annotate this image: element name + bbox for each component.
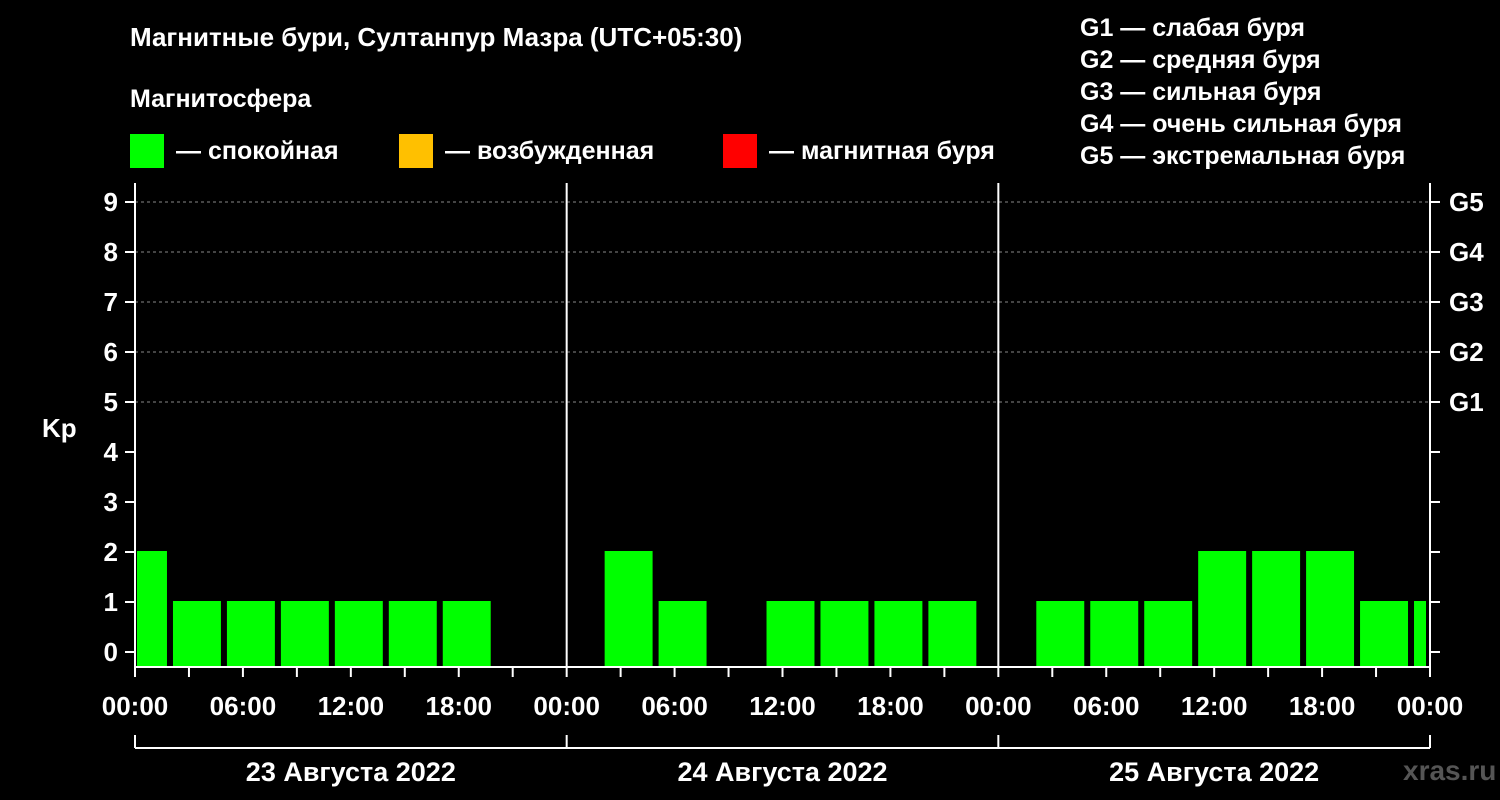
x-tick-label: 06:00 (1073, 691, 1140, 721)
y-axis-label: Kp (42, 413, 77, 443)
x-tick-label: 18:00 (857, 691, 924, 721)
kp-bar (1306, 551, 1355, 667)
kp-bar (172, 601, 221, 667)
y-tick-label: 1 (104, 587, 118, 617)
x-tick-label: 18:00 (1289, 691, 1356, 721)
kp-bar (604, 551, 653, 667)
kp-bar (1090, 601, 1139, 667)
kp-bar (658, 601, 707, 667)
axis-labels: 0 1 2 3 4 5 6 7 8 9 G1 G2 G3 G4 G5 Kp 00:00 06:00 12:00 18:… (42, 187, 1484, 787)
kp-bar (1144, 601, 1193, 667)
y-tick-label: 9 (104, 187, 118, 217)
bars (137, 551, 1426, 667)
y-tick-label: 2 (104, 537, 118, 567)
x-tick-label: 00:00 (1397, 691, 1464, 721)
g-level-label: G5 (1449, 187, 1484, 217)
y-tick-label: 3 (104, 487, 118, 517)
kp-bar (1198, 551, 1247, 667)
kp-bar (874, 601, 923, 667)
kp-bar (820, 601, 869, 667)
kp-bar (334, 601, 383, 667)
kp-bar (442, 601, 491, 667)
x-tick-label: 00:00 (102, 691, 169, 721)
kp-bar (928, 601, 977, 667)
kp-bar (1252, 551, 1301, 667)
g-level-label: G2 (1449, 337, 1484, 367)
grid-lines (135, 201, 1430, 403)
x-tick-label: 06:00 (641, 691, 708, 721)
kp-bar (226, 601, 275, 667)
y-tick-label: 6 (104, 337, 118, 367)
x-tick-label: 12:00 (318, 691, 385, 721)
day-label: 25 Августа 2022 (1109, 757, 1319, 787)
g-level-label: G4 (1449, 237, 1484, 267)
kp-bar (280, 601, 329, 667)
kp-bar (1414, 601, 1426, 667)
y-tick-label: 5 (104, 387, 118, 417)
x-tick-label: 12:00 (749, 691, 816, 721)
kp-bar (1036, 601, 1085, 667)
kp-bar (388, 601, 437, 667)
g-level-label: G3 (1449, 287, 1484, 317)
x-tick-label: 06:00 (210, 691, 277, 721)
x-tick-label: 00:00 (965, 691, 1032, 721)
x-tick-label: 18:00 (426, 691, 493, 721)
day-label: 24 Августа 2022 (677, 757, 887, 787)
y-tick-label: 8 (104, 237, 118, 267)
kp-bar (1360, 601, 1409, 667)
kp-bar (766, 601, 815, 667)
g-level-label: G1 (1449, 387, 1484, 417)
day-label: 23 Августа 2022 (246, 757, 456, 787)
kp-bar (137, 551, 167, 667)
x-tick-label: 12:00 (1181, 691, 1248, 721)
y-tick-label: 0 (104, 637, 118, 667)
watermark: xras.ru (1403, 755, 1497, 786)
x-tick-label: 00:00 (533, 691, 600, 721)
y-tick-label: 4 (104, 437, 119, 467)
y-tick-label: 7 (104, 287, 118, 317)
kp-chart: 0 1 2 3 4 5 6 7 8 9 G1 G2 G3 G4 G5 Kp 00:00 06:00 12:00 18:… (42, 183, 1484, 787)
